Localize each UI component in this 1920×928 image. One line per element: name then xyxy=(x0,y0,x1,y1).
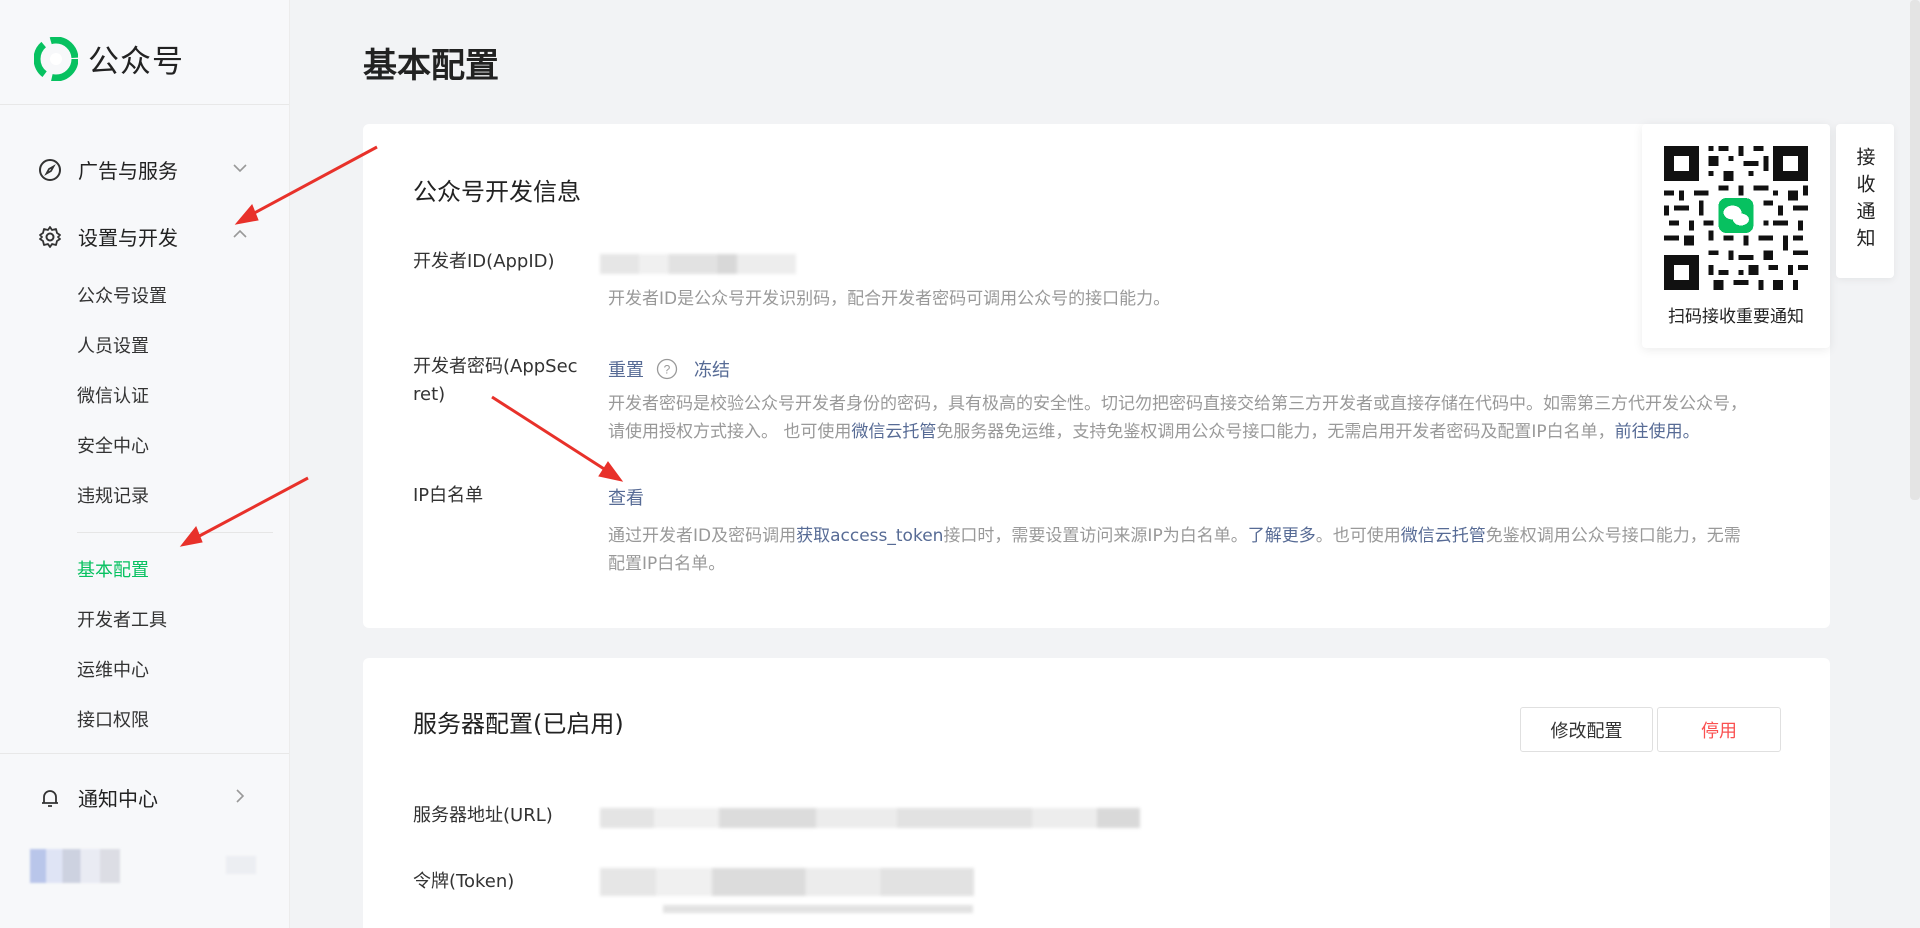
appsecret-label: 开发者密码(AppSec ret) xyxy=(413,353,578,409)
desc-line: 配置IP白名单。 xyxy=(608,554,726,574)
dev-info-card: 公众号开发信息 开发者ID(AppID) 开发者ID是公众号开发识别码，配合开发… xyxy=(363,124,1830,628)
desc-text: 。也可使用 xyxy=(1315,526,1401,546)
divider xyxy=(77,532,273,533)
appid-value-redacted xyxy=(600,254,796,274)
sidebar-group-label: 通知中心 xyxy=(78,787,158,811)
appsecret-description: 开发者密码是校验公众号开发者身份的密码，具有极高的安全性。切记勿把密码直接交给第… xyxy=(608,390,1778,446)
receive-notification-tab[interactable]: 接收通知 xyxy=(1836,124,1894,278)
wechat-cloudhost-link[interactable]: 微信云托管 xyxy=(1401,526,1486,546)
app: 公众号 数据 广告与服务 设置与开发 公众号设置 人员设置 微信认证 安全中心 … xyxy=(0,0,1920,928)
help-icon[interactable]: ? xyxy=(656,358,678,380)
desc-text: 请使用授权方式接入。 也可使用 xyxy=(608,422,852,442)
chevron-down-icon[interactable] xyxy=(230,158,250,178)
redacted-underline xyxy=(663,905,973,913)
disable-button[interactable]: 停用 xyxy=(1657,707,1781,752)
chevron-right-icon[interactable] xyxy=(230,786,250,806)
desc-line: 请使用授权方式接入。 也可使用微信云托管免服务器免运维，支持免鉴权调用公众号接口… xyxy=(608,418,1778,446)
qr-notification-panel: 扫码接收重要通知 xyxy=(1642,124,1830,348)
gear-icon xyxy=(39,225,61,248)
brand-name: 公众号 xyxy=(88,44,184,80)
divider xyxy=(0,753,289,754)
scrollbar[interactable] xyxy=(1910,0,1920,500)
view-ip-whitelist-link[interactable]: 查看 xyxy=(608,484,644,510)
sidebar-group-ads[interactable]: 广告与服务 xyxy=(38,155,178,184)
ip-whitelist-description: 通过开发者ID及密码调用获取access_token接口时，需要设置访问来源IP… xyxy=(608,522,1778,578)
sidebar-group-settings[interactable]: 设置与开发 xyxy=(38,222,178,251)
sidebar-item-account-settings[interactable]: 公众号设置 xyxy=(77,282,167,308)
sidebar-item-basic-config[interactable]: 基本配置 xyxy=(77,556,149,582)
chevron-up-icon[interactable] xyxy=(230,224,250,244)
desc-text: 免服务器免运维，支持免鉴权调用公众号接口能力，无需启用开发者密码及配置IP白名单… xyxy=(936,422,1615,442)
token-label: 令牌(Token) xyxy=(413,871,515,892)
sidebar-item-staff-settings[interactable]: 人员设置 xyxy=(77,332,149,358)
freeze-secret-link[interactable]: 冻结 xyxy=(694,356,730,382)
qr-code-icon xyxy=(1664,146,1808,290)
appsecret-actions: 重置 ? 冻结 xyxy=(608,356,730,382)
card-title: 服务器配置(已启用) xyxy=(413,710,624,738)
sidebar-item-violations[interactable]: 违规记录 xyxy=(77,482,149,508)
page-title: 基本配置 xyxy=(363,46,499,86)
reset-secret-link[interactable]: 重置 xyxy=(608,356,644,382)
sidebar-group-notifications[interactable]: 通知中心 xyxy=(38,783,158,812)
desc-text: 接口时，需要设置访问来源IP为白名单。 xyxy=(943,526,1248,546)
compass-icon xyxy=(39,158,61,181)
wechat-mp-logo-icon xyxy=(34,36,78,81)
appid-label: 开发者ID(AppID) xyxy=(413,251,555,272)
sidebar-group-label: 广告与服务 xyxy=(78,159,178,183)
sidebar-item-wechat-verify[interactable]: 微信认证 xyxy=(77,382,149,408)
brand[interactable]: 公众号 xyxy=(34,36,184,81)
server-url-label: 服务器地址(URL) xyxy=(413,805,553,826)
ip-whitelist-label: IP白名单 xyxy=(413,485,484,506)
sidebar-group-label: 设置与开发 xyxy=(78,226,178,250)
appsecret-label-line: 开发者密码(AppSec xyxy=(413,356,578,377)
server-url-redacted xyxy=(600,808,1140,828)
appsecret-label-line: ret) xyxy=(413,384,446,405)
avatar[interactable] xyxy=(30,849,120,883)
sidebar-item-security[interactable]: 安全中心 xyxy=(77,432,149,458)
sidebar-item-ops-center[interactable]: 运维中心 xyxy=(77,656,149,682)
tab-label: 接收通知 xyxy=(1853,147,1876,255)
appid-description: 开发者ID是公众号开发识别码，配合开发者密码可调用公众号的接口能力。 xyxy=(608,289,1171,309)
svg-text:?: ? xyxy=(664,363,671,377)
divider xyxy=(0,104,289,105)
desc-line: 通过开发者ID及密码调用获取access_token接口时，需要设置访问来源IP… xyxy=(608,522,1778,550)
server-config-card: 服务器配置(已启用) 修改配置 停用 服务器地址(URL) 令牌(Token) xyxy=(363,658,1830,928)
token-redacted xyxy=(600,868,974,896)
account-menu-blurred[interactable] xyxy=(226,856,256,874)
modify-config-button[interactable]: 修改配置 xyxy=(1520,707,1653,752)
card-title: 公众号开发信息 xyxy=(413,178,581,206)
go-use-link[interactable]: 前往使用。 xyxy=(1615,422,1700,442)
qr-caption: 扫码接收重要通知 xyxy=(1668,307,1804,327)
sidebar-item-dev-tools[interactable]: 开发者工具 xyxy=(77,606,167,632)
access-token-link[interactable]: 获取access_token xyxy=(796,526,943,546)
sidebar-item-api-permissions[interactable]: 接口权限 xyxy=(77,706,149,732)
learn-more-link[interactable]: 了解更多 xyxy=(1248,526,1316,546)
bell-icon xyxy=(42,789,58,807)
sidebar: 公众号 数据 广告与服务 设置与开发 公众号设置 人员设置 微信认证 安全中心 … xyxy=(0,0,290,928)
desc-line: 开发者密码是校验公众号开发者身份的密码，具有极高的安全性。切记勿把密码直接交给第… xyxy=(608,394,1747,414)
desc-text: 通过开发者ID及密码调用 xyxy=(608,526,797,546)
wechat-cloudhost-link[interactable]: 微信云托管 xyxy=(851,422,936,442)
desc-text: 免鉴权调用公众号接口能力，无需 xyxy=(1485,526,1741,546)
